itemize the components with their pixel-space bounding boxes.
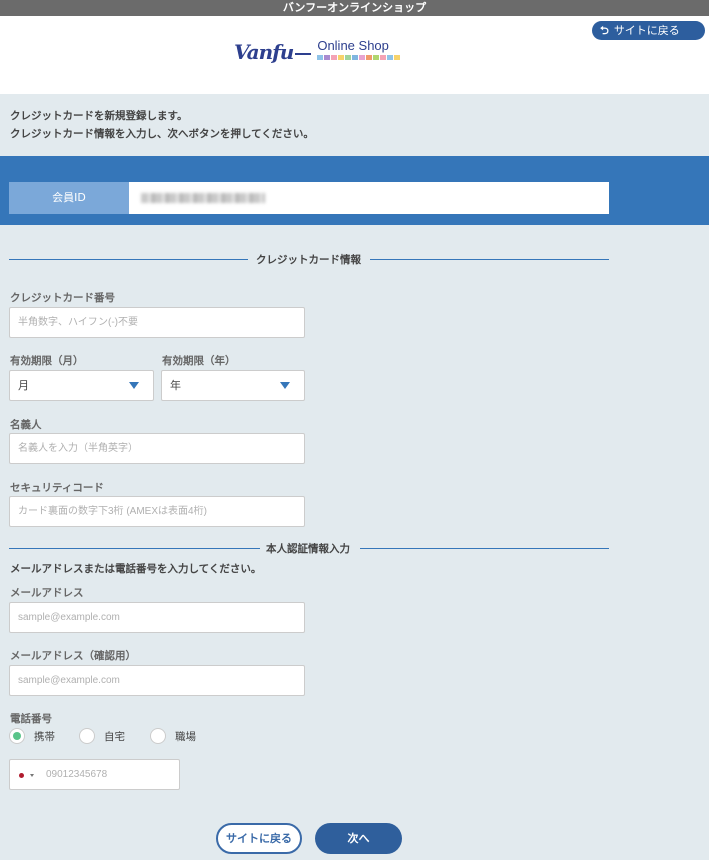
logo-stripe (387, 55, 394, 60)
chevron-down-icon (129, 382, 139, 389)
header: Vanfu Online Shop ⮌ サイトに戻る (0, 16, 709, 94)
logo-stripe (394, 55, 401, 60)
member-id-value (129, 182, 609, 214)
member-id-band: 会員ID (0, 156, 709, 225)
phone-type-mobile-label: 携帯 (34, 730, 55, 743)
exp-year-value: 年 (170, 379, 181, 392)
back-to-site-button[interactable]: ⮌ サイトに戻る (592, 21, 705, 40)
radio-icon (150, 728, 166, 744)
email-label: メールアドレス (10, 587, 84, 599)
chevron-down-icon (280, 382, 290, 389)
next-button[interactable]: 次へ (315, 823, 402, 854)
security-code-label: セキュリティコード (10, 482, 104, 494)
logo-stripe (331, 55, 338, 60)
phone-label: 電話番号 (10, 713, 52, 725)
back-to-site-label: サイトに戻る (613, 24, 680, 37)
logo-text: Online Shop (317, 38, 389, 53)
phone-type-home-label: 自宅 (104, 730, 125, 743)
app-title-bar: バンフーオンラインショップ (0, 0, 709, 16)
logo: Vanfu Online Shop (234, 38, 401, 64)
logo-mark-text: Vanfu (234, 40, 294, 64)
auth-section-title: 本人認証情報入力 (266, 543, 350, 555)
card-number-label: クレジットカード番号 (10, 292, 115, 304)
phone-placeholder: 09012345678 (46, 769, 108, 780)
back-to-site-footer-button[interactable]: サイトに戻る (216, 823, 302, 854)
logo-mark: Vanfu (234, 40, 312, 64)
email-input[interactable]: sample@example.com (9, 602, 305, 633)
exp-year-label: 有効期限（年） (162, 355, 236, 367)
member-id-label: 会員ID (9, 182, 129, 214)
intro-line-1: クレジットカードを新規登録します。 (10, 110, 188, 122)
intro-text: クレジットカードを新規登録します。 クレジットカード情報を入力し、次へボタンを押… (10, 107, 314, 143)
auth-note: メールアドレスまたは電話番号を入力してください。 (10, 563, 262, 575)
phone-type-work-label: 職場 (175, 730, 196, 743)
email-confirm-input[interactable]: sample@example.com (9, 665, 305, 696)
logo-stripe (352, 55, 359, 60)
logo-stripe (359, 55, 366, 60)
exp-year-select[interactable]: 年 (161, 370, 305, 401)
card-section-heading: クレジットカード情報 (9, 252, 609, 266)
exp-month-value: 月 (18, 379, 29, 392)
radio-selected-icon (9, 728, 25, 744)
phone-input[interactable]: 09012345678 (9, 759, 180, 790)
holder-input[interactable]: 名義人を入力（半角英字） (9, 433, 305, 464)
country-flag-icon[interactable] (19, 773, 24, 778)
card-number-input[interactable]: 半角数字、ハイフン(-)不要 (9, 307, 305, 338)
radio-icon (79, 728, 95, 744)
phone-type-work[interactable]: 職場 (150, 728, 196, 744)
phone-type-home[interactable]: 自宅 (79, 728, 125, 744)
exp-month-select[interactable]: 月 (9, 370, 154, 401)
chevron-down-icon[interactable] (30, 774, 34, 777)
logo-stripe (317, 55, 324, 60)
logo-stripe (366, 55, 373, 60)
logo-stripes (317, 55, 401, 60)
logo-stripe (324, 55, 331, 60)
card-section-title: クレジットカード情報 (256, 254, 361, 266)
return-arrow-icon: ⮌ (600, 24, 609, 37)
phone-type-mobile[interactable]: 携帯 (9, 728, 55, 744)
logo-stripe (380, 55, 387, 60)
member-id-redacted (141, 193, 265, 203)
email-confirm-label: メールアドレス（確認用） (10, 650, 136, 662)
holder-label: 名義人 (10, 419, 42, 431)
logo-stripe (338, 55, 345, 60)
exp-month-label: 有効期限（月） (10, 355, 84, 367)
security-code-input[interactable]: カード裏面の数字下3桁 (AMEXは表面4桁) (9, 496, 305, 527)
intro-line-2: クレジットカード情報を入力し、次へボタンを押してください。 (10, 128, 314, 140)
logo-stripe (373, 55, 380, 60)
auth-section-heading: 本人認証情報入力 (9, 541, 609, 555)
logo-stripe (345, 55, 352, 60)
